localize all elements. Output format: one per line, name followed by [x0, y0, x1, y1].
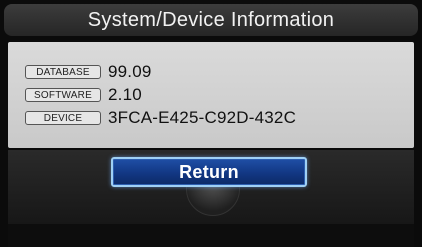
info-row-device: DEVICE 3FCA-E425-C92D-432C	[25, 108, 297, 127]
device-value: 3FCA-E425-C92D-432C	[108, 108, 297, 127]
device-tag: DEVICE	[25, 111, 101, 125]
software-value: 2.10	[108, 85, 142, 104]
page-title: System/Device Information	[87, 8, 335, 31]
title-bar: System/Device Information	[4, 4, 418, 36]
info-row-software: SOFTWARE 2.10	[25, 85, 142, 104]
info-panel: DATABASE 99.09 SOFTWARE 2.10 DEVICE 3FCA…	[8, 42, 414, 148]
database-tag: DATABASE	[25, 65, 101, 79]
bottom-strip	[8, 224, 414, 247]
software-tag: SOFTWARE	[25, 88, 101, 102]
nav-screen: System/Device Information DATABASE 99.09…	[0, 0, 422, 247]
database-value: 99.09	[108, 62, 152, 81]
info-row-database: DATABASE 99.09	[25, 62, 152, 81]
return-button[interactable]: Return	[111, 157, 307, 187]
